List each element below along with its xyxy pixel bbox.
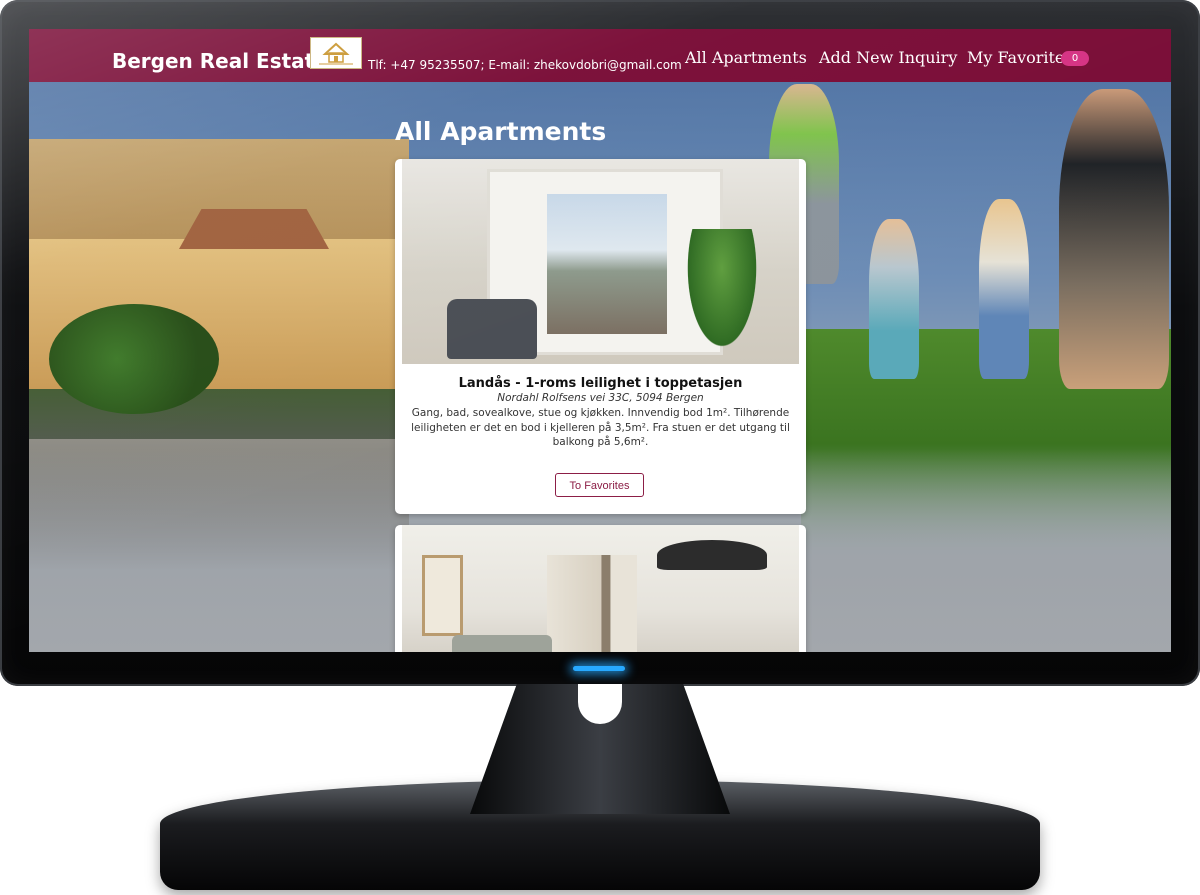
listing-description: Gang, bad, sovealkove, stue og kjøkken. … [411, 407, 790, 448]
background-trees [49, 304, 219, 414]
background-house-roof [179, 209, 329, 249]
listing-card: Landås - 1-roms leilighet i toppetasjen … [395, 159, 806, 514]
contact-info: Tlf: +47 95235507; E-mail: zhekovdobri@g… [368, 58, 682, 72]
listing-title: Landås - 1-roms leilighet i toppetasjen [458, 376, 743, 391]
apartment-photo [402, 159, 799, 364]
navbar: Bergen Real Estate Tlf: +47 95235507; E-… [29, 29, 1171, 82]
background-person [979, 199, 1029, 379]
photo-plant [682, 229, 762, 359]
nav-link-add-new-inquiry[interactable]: Add New Inquiry [819, 48, 957, 67]
nav-link-all-apartments[interactable]: All Apartments [685, 48, 807, 67]
photo-window-view [547, 194, 667, 334]
photo-pendant-lamp [657, 540, 767, 570]
to-favorites-button[interactable]: To Favorites [555, 473, 644, 497]
favorites-count-badge: 0 [1061, 51, 1089, 66]
photo-curtain [547, 555, 637, 652]
background-person [1059, 89, 1169, 389]
power-led [573, 666, 625, 671]
nav-link-my-favorites[interactable]: My Favorites [967, 48, 1073, 67]
page-title: All Apartments [395, 117, 607, 146]
screen: Bergen Real Estate Tlf: +47 95235507; E-… [29, 29, 1171, 652]
apartment-photo [402, 525, 799, 652]
listing-card [395, 525, 806, 652]
photo-wall-frame [422, 555, 463, 636]
photo-armchair [447, 299, 537, 359]
background-person [869, 219, 919, 379]
photo-sofa [452, 635, 552, 652]
house-logo-icon [310, 37, 362, 69]
listing-address: Nordahl Rolfsens vei 33C, 5094 Bergen [497, 392, 704, 404]
brand-name[interactable]: Bergen Real Estate [112, 49, 328, 73]
